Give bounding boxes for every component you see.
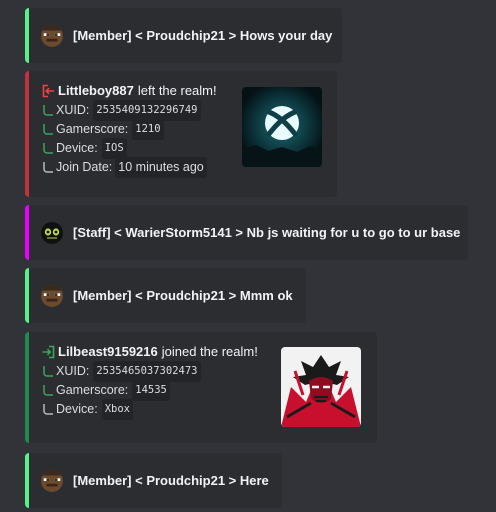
player-head-avatar[interactable]: [41, 469, 63, 492]
player-name[interactable]: Littleboy887: [58, 81, 134, 101]
player-name[interactable]: Lilbeast9159216: [58, 342, 158, 362]
message-role: [Member]: [73, 473, 132, 488]
join-arrow-icon: [42, 345, 55, 359]
leave-arrow-icon: [42, 84, 54, 98]
player-head-avatar[interactable]: [41, 24, 63, 47]
message-text: < Proudchip21 > Mmm ok: [131, 288, 293, 303]
embed-action: left the realm!: [137, 83, 217, 98]
message-role: [Member]: [73, 28, 132, 43]
player-head-avatar[interactable]: [41, 221, 63, 244]
gamerscore-value: 1210: [132, 119, 164, 140]
branch-icon: [43, 384, 53, 396]
join-date-value: 10 minutes ago: [115, 157, 207, 178]
embed-action: joined the realm!: [161, 344, 258, 359]
message-text: < Proudchip21 > Here: [131, 473, 269, 488]
chat-message: [Member] < Proudchip21 > Mmm ok: [25, 268, 306, 323]
branch-icon: [43, 142, 53, 154]
samurai-mask-icon[interactable]: [281, 347, 361, 427]
message-role: [Member]: [73, 288, 132, 303]
join-embed: Lilbeast9159216 joined the realm! XUID: …: [25, 332, 377, 443]
branch-icon: [43, 403, 53, 415]
chat-message: [Staff] < WarierStorm5141 > Nb js waitin…: [25, 205, 468, 260]
device-value: IOS: [101, 138, 127, 159]
xbox-logo-icon[interactable]: [242, 87, 322, 167]
device-value: Xbox: [101, 399, 133, 420]
branch-icon: [43, 161, 53, 173]
branch-icon: [43, 104, 53, 116]
branch-icon: [43, 365, 53, 377]
gamerscore-value: 14535: [132, 380, 170, 401]
message-role: [Staff]: [73, 225, 111, 240]
player-head-avatar[interactable]: [41, 284, 63, 307]
chat-message: [Member] < Proudchip21 > Here: [25, 453, 282, 508]
xuid-value: 2535465037302473: [93, 361, 201, 382]
leave-embed: Littleboy887 left the realm! XUID: 25354…: [25, 71, 337, 197]
chat-message: [Member] < Proudchip21 > Hows your day: [25, 8, 342, 63]
branch-icon: [43, 123, 53, 135]
message-text: < WarierStorm5141 > Nb js waiting for u …: [110, 225, 461, 240]
message-text: < Proudchip21 > Hows your day: [131, 28, 333, 43]
xuid-value: 2535409132296749: [93, 100, 201, 121]
